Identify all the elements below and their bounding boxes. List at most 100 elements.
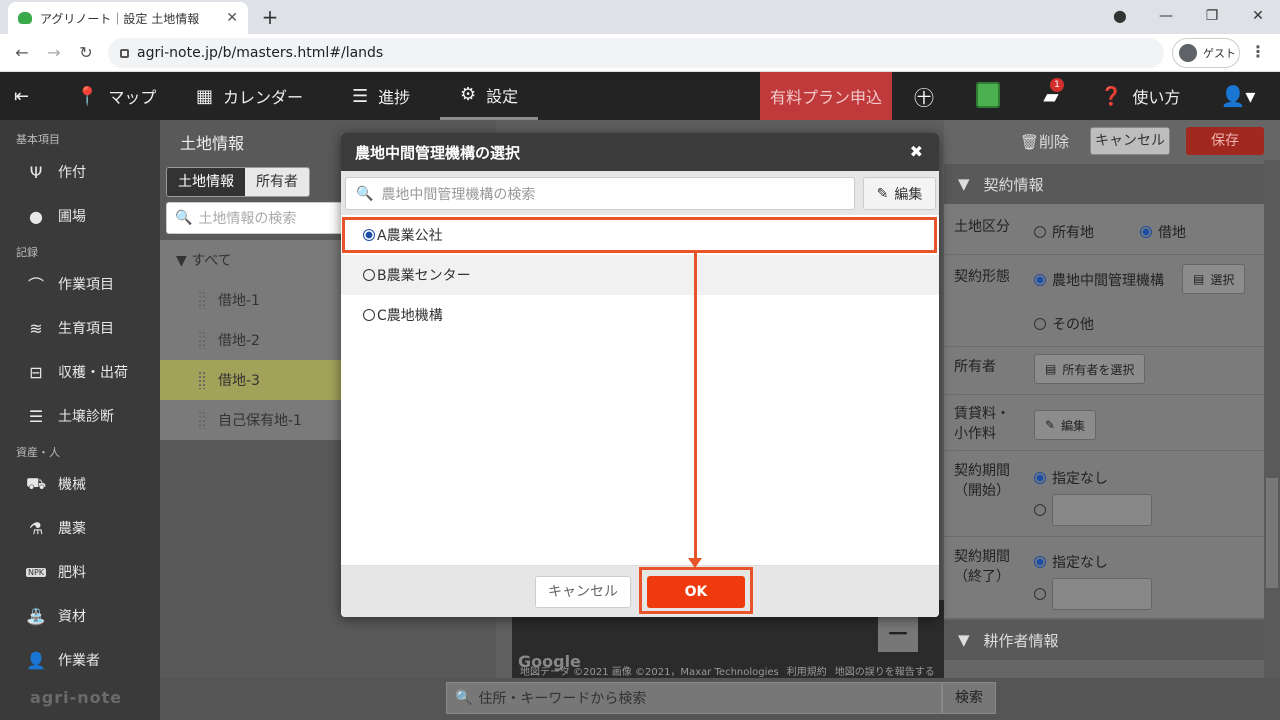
save-button[interactable]: 保存 [1186, 127, 1264, 155]
paid-plan-button[interactable]: 有料プラン申込 [760, 72, 892, 120]
period-start-none-label: 指定なし [1052, 471, 1108, 487]
land-type-leased-radio[interactable]: 借地 [1140, 222, 1186, 242]
sidebar-item-worker[interactable]: 👤 作業者 [26, 648, 100, 672]
delete-button[interactable]: 🗑削除 [1020, 131, 1069, 152]
period-start-date-radio[interactable] [1034, 494, 1152, 526]
sidebar-item-growth[interactable]: ≋ 生育項目 [26, 316, 114, 340]
npk-icon: NPK [26, 567, 46, 577]
edit-rent-button[interactable]: ✎ 編集 [1034, 410, 1097, 440]
sidebar-item-harvest[interactable]: ⊟ 収穫・出荷 [26, 360, 128, 384]
select-org-button[interactable]: ▤ 選択 [1182, 264, 1246, 294]
drag-handle-icon[interactable] [198, 411, 206, 429]
calendar-icon: ▦ [196, 85, 214, 107]
org-option-c[interactable]: C農地機構 [341, 295, 939, 335]
scrollbar-thumb[interactable] [1266, 478, 1278, 588]
contract-org-radio[interactable]: 農地中間管理機構 [1034, 270, 1164, 290]
org-select-dialog: 農地中間管理機構の選択 ✖ 🔍 農地中間管理機構の検索 ✎ 編集 A農業公社 B… [341, 133, 939, 617]
highlight-option-box [342, 217, 937, 253]
radio-icon [1034, 226, 1046, 238]
terms-link[interactable]: 利用規約 [787, 663, 827, 678]
nav-settings[interactable]: ⚙ 設定 [440, 72, 539, 120]
sliders-icon: ☰ [28, 406, 44, 426]
sidebar-section-assets: 資産・人 [16, 446, 60, 459]
nav-settings-label: 設定 [486, 86, 519, 106]
period-start-label-line2: （開始） [954, 483, 1010, 499]
zoom-out-button[interactable]: − [878, 616, 918, 652]
contract-form-label: 契約形態 [954, 269, 1010, 285]
period-end-input[interactable] [1052, 578, 1152, 610]
period-start-input[interactable] [1052, 494, 1152, 526]
highlight-ok-box [639, 567, 753, 614]
select-owner-button[interactable]: ▤ 所有者を選択 [1034, 354, 1146, 384]
back-arrow-icon[interactable]: ← [10, 41, 34, 65]
sidebar-item-label: 作業項目 [58, 277, 114, 293]
nav-progress[interactable]: ☰ 進捗 [352, 72, 410, 120]
pencil-icon: ✎ [876, 185, 889, 202]
divider [944, 450, 1264, 451]
tractor-icon: ⛟ [26, 473, 47, 493]
contract-section-header[interactable]: ▼ 契約情報 [944, 164, 1264, 204]
sidebar-item-pesticide[interactable]: ⚗ 農薬 [26, 516, 86, 540]
nav-calendar[interactable]: ▦ カレンダー [196, 72, 303, 120]
guest-profile-button[interactable]: ゲスト [1172, 38, 1240, 68]
land-panel-title: 土地情報 [180, 134, 245, 153]
report-link[interactable]: 地図の誤りを報告する [835, 663, 935, 678]
nav-map-label: マップ [108, 88, 157, 107]
profile-menu-icon[interactable]: ⬤ [1100, 4, 1140, 28]
org-option-b[interactable]: B農業センター [341, 255, 939, 295]
browser-menu-icon[interactable]: ⋮ [1248, 42, 1268, 66]
search-icon: 🔍 [175, 210, 193, 226]
sidebar-item-soil[interactable]: ☰ 土壌診断 [26, 404, 114, 428]
period-end-date-radio[interactable] [1034, 578, 1152, 610]
org-search-input[interactable]: 🔍 農地中間管理機構の検索 [345, 177, 855, 210]
browser-tab[interactable]: アグリノート｜設定 土地情報 ✕ [8, 2, 248, 34]
cultivator-section-header[interactable]: ▼ 耕作者情報 [944, 620, 1264, 660]
land-type-owned-radio[interactable]: 所有地 [1034, 222, 1094, 242]
sidebar-item-machine[interactable]: ⛟ 機械 [26, 472, 86, 496]
help-link[interactable]: ❓ 使い方 [1100, 72, 1180, 120]
scrollbar[interactable] [1264, 160, 1280, 678]
edit-icon: ✎ [1045, 418, 1056, 432]
nav-progress-label: 進捗 [378, 88, 411, 107]
minimize-button[interactable]: — [1146, 4, 1186, 28]
nav-map[interactable]: 📍 マップ [76, 72, 156, 120]
drag-handle-icon[interactable] [198, 371, 206, 389]
org-edit-button[interactable]: ✎ 編集 [863, 177, 936, 210]
close-icon[interactable]: ✖ [910, 142, 923, 161]
detail-cancel-button[interactable]: キャンセル [1090, 127, 1170, 155]
drag-handle-icon[interactable] [198, 331, 206, 349]
select-org-label: 選択 [1210, 272, 1235, 287]
contract-other-radio[interactable]: その他 [1034, 314, 1094, 334]
sidebar-item-fertilizer[interactable]: NPK 肥料 [26, 560, 86, 584]
reload-icon[interactable]: ↻ [74, 41, 98, 65]
period-end-none-radio[interactable]: 指定なし [1034, 552, 1108, 572]
contract-section-title: 契約情報 [983, 175, 1044, 194]
flask-icon: ⚗ [28, 518, 44, 538]
attribution-data: 地図データ ©2021 画像 ©2021，Maxar Technologies [520, 667, 779, 678]
user-menu-icon[interactable]: 👤▾ [1218, 72, 1258, 120]
notebook-icon[interactable] [976, 82, 1000, 108]
forward-arrow-icon[interactable]: → [42, 41, 66, 65]
tab-owner[interactable]: 所有者 [245, 168, 309, 196]
tab-land-info[interactable]: 土地情報 [167, 168, 245, 196]
sidebar-item-crop[interactable]: Ψ 作付 [26, 160, 86, 184]
app-nav-bar: ⇤ 📍 マップ ▦ カレンダー ☰ 進捗 ⚙ 設定 有料プラン申込 ㊉ ▰ 1 … [0, 72, 1280, 120]
rice-mark-icon[interactable]: ㊉ [906, 72, 942, 120]
sidebar-item-field[interactable]: ● 圃場 [26, 204, 86, 228]
radio-selected-icon [1140, 226, 1152, 238]
close-tab-icon[interactable]: ✕ [226, 10, 238, 26]
address-search-button[interactable]: 検索 [942, 682, 996, 714]
new-tab-button[interactable]: + [258, 5, 282, 29]
sidebar-item-work[interactable]: ⌒ 作業項目 [26, 272, 114, 296]
window-close-button[interactable]: ✕ [1238, 4, 1278, 28]
restore-button[interactable]: ❐ [1192, 4, 1232, 28]
sidebar-item-label: 土壌診断 [58, 409, 114, 425]
address-search-input[interactable]: 🔍 住所・キーワードから検索 [446, 682, 942, 714]
dialog-cancel-button[interactable]: キャンセル [535, 576, 631, 608]
drag-handle-icon[interactable] [198, 291, 206, 309]
sidebar-item-material[interactable]: ⛲ 資材 [26, 604, 86, 628]
url-field[interactable]: agri-note.jp/b/masters.html#/lands [108, 38, 1164, 68]
land-item-label: 借地-2 [218, 333, 260, 349]
period-start-none-radio[interactable]: 指定なし [1034, 468, 1108, 488]
sidebar-toggle-button[interactable]: ⇤ [14, 72, 29, 120]
